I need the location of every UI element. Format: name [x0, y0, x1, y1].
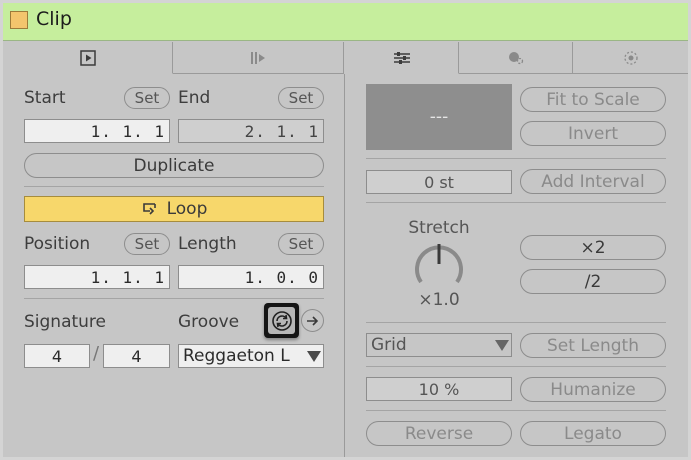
length-set-button[interactable]: Set [278, 233, 324, 255]
position-set-button[interactable]: Set [124, 233, 170, 255]
grid-value: Grid [371, 335, 407, 355]
signature-numerator-field[interactable]: 4 [24, 344, 90, 368]
start-field[interactable]: 1. 1. 1 [24, 119, 170, 143]
tab-groove-settings[interactable] [573, 42, 688, 74]
audio-settings-icon [393, 51, 410, 64]
grid-dropdown[interactable]: Grid [366, 333, 512, 357]
loop-button[interactable]: Loop [24, 196, 324, 222]
clip-title-bar[interactable] [3, 3, 688, 41]
separator [366, 366, 666, 367]
chevron-down-icon [495, 340, 509, 351]
groove-dropdown[interactable]: Reggaeton L [178, 344, 324, 368]
groove-label: Groove [178, 312, 240, 332]
clip-color-swatch[interactable] [10, 11, 28, 29]
clip-title: Clip [36, 8, 72, 30]
tab-pitch[interactable] [459, 42, 573, 74]
tab-audio[interactable] [345, 42, 459, 74]
tab-clip[interactable] [3, 42, 173, 74]
stretch-label: Stretch [408, 218, 470, 238]
hot-swap-groove-button[interactable] [264, 303, 299, 338]
envelope-icon [251, 51, 265, 64]
tab-envelopes[interactable] [173, 42, 344, 74]
panel-divider [344, 74, 345, 457]
end-field[interactable]: 2. 1. 1 [178, 119, 324, 143]
start-set-button[interactable]: Set [124, 87, 170, 109]
position-field[interactable]: 1. 1. 1 [24, 265, 170, 289]
signature-label: Signature [24, 312, 107, 332]
transpose-field[interactable]: 0 st [366, 170, 512, 194]
start-label: Start [24, 88, 66, 108]
signature-denominator-field[interactable]: 4 [103, 344, 170, 368]
stretch-value: ×1.0 [418, 290, 460, 310]
loop-icon [142, 203, 156, 215]
stretch-knob[interactable] [411, 238, 467, 290]
end-label: End [178, 88, 211, 108]
separator [366, 202, 666, 203]
double-button[interactable]: ×2 [520, 235, 666, 260]
commit-groove-button[interactable] [301, 309, 324, 332]
hot-swap-icon [271, 310, 292, 331]
separator [366, 410, 666, 411]
half-button[interactable]: /2 [520, 269, 666, 294]
play-clip-icon [79, 49, 96, 66]
length-label: Length [178, 234, 237, 254]
duplicate-button[interactable]: Duplicate [24, 153, 324, 178]
humanize-amount-field[interactable]: 10 % [366, 377, 512, 401]
hot-swap-button-face [268, 307, 295, 334]
loop-label: Loop [166, 199, 208, 219]
position-label: Position [24, 234, 91, 254]
signature-separator: / [92, 343, 100, 364]
length-field[interactable]: 1. 0. 0 [178, 265, 324, 289]
chevron-down-icon [307, 351, 321, 362]
sample-display: --- [366, 84, 512, 150]
separator [24, 186, 324, 187]
groove-value: Reggaeton L [183, 346, 290, 366]
arrow-right-icon [306, 315, 318, 326]
separator [24, 298, 324, 299]
separator [366, 158, 666, 159]
pitch-icon [508, 51, 523, 64]
add-interval-button[interactable]: Add Interval [520, 169, 666, 194]
end-set-button[interactable]: Set [278, 87, 324, 109]
legato-button[interactable]: Legato [520, 421, 666, 446]
humanize-button[interactable]: Humanize [520, 377, 666, 402]
fit-to-scale-button[interactable]: Fit to Scale [520, 87, 666, 112]
reverse-button[interactable]: Reverse [366, 421, 512, 446]
invert-button[interactable]: Invert [520, 121, 666, 146]
separator [366, 322, 666, 323]
set-length-button[interactable]: Set Length [520, 333, 666, 358]
groove-settings-icon [623, 50, 638, 65]
